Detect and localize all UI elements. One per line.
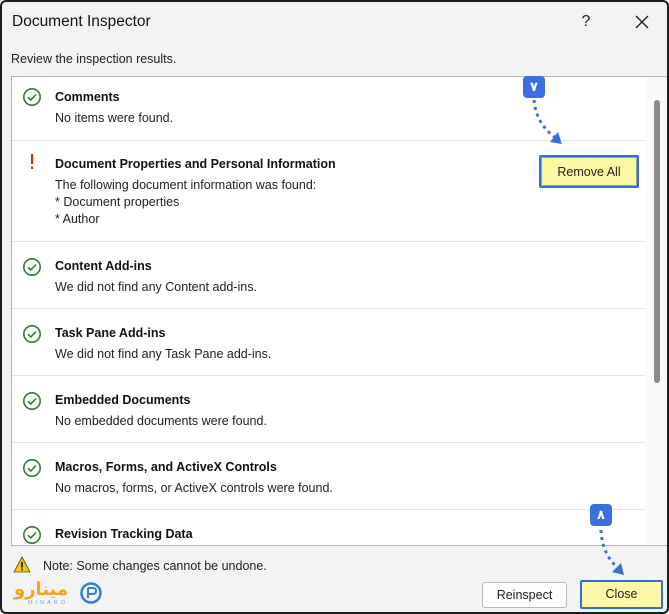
result-row-content-addins: Content Add-ins We did not find any Cont…: [12, 242, 645, 309]
document-inspector-dialog: Document Inspector ? Review the inspecti…: [0, 0, 669, 614]
result-detail: * Document properties: [55, 195, 180, 209]
result-title: Content Add-ins: [55, 259, 152, 273]
reinspect-button[interactable]: Reinspect: [482, 582, 567, 608]
remove-all-label: Remove All: [541, 157, 637, 186]
result-description: No items were found.: [55, 111, 174, 125]
check-circle-icon: [23, 526, 41, 544]
annotation-arrow-icon: [532, 99, 562, 144]
remove-all-button[interactable]: Remove All: [539, 155, 639, 188]
result-description: We did not find any Task Pane add-ins.: [55, 347, 272, 361]
annotation-arrow-icon: [599, 529, 624, 575]
result-row-task-pane-addins: Task Pane Add-ins We did not find any Ta…: [12, 309, 645, 376]
result-title: Task Pane Add-ins: [55, 326, 166, 340]
help-button[interactable]: ?: [570, 8, 602, 36]
step-7-annotation-badge: ۷: [523, 76, 545, 98]
scrollbar-thumb[interactable]: [654, 100, 660, 383]
result-title: Embedded Documents: [55, 393, 191, 407]
check-circle-icon: [23, 325, 41, 343]
result-title: Macros, Forms, and ActiveX Controls: [55, 460, 277, 474]
close-button[interactable]: Close: [580, 580, 663, 609]
minaro-logo: مینارو MINARO: [14, 579, 102, 609]
warning-triangle-icon: [13, 556, 31, 573]
result-description: No embedded documents were found.: [55, 414, 267, 428]
result-row-macros-forms-activex: Macros, Forms, and ActiveX Controls No m…: [12, 443, 645, 510]
warning-exclamation-icon: [31, 154, 34, 169]
result-title: Document Properties and Personal Informa…: [55, 157, 336, 171]
check-circle-icon: [23, 459, 41, 477]
close-icon: [635, 15, 649, 29]
result-detail: * Author: [55, 212, 100, 226]
logo-subtext: MINARO: [28, 600, 68, 606]
step-8-annotation-badge: ۸: [590, 504, 612, 526]
result-description: We did not find any Content add-ins.: [55, 280, 257, 294]
check-circle-icon: [23, 392, 41, 410]
vertical-scrollbar[interactable]: [647, 77, 667, 545]
warning-note: Note: Some changes cannot be undone.: [43, 559, 267, 573]
result-description: The following document information was f…: [55, 178, 317, 192]
inspection-results-list[interactable]: Comments No items were found. Document P…: [11, 76, 667, 546]
result-title: Revision Tracking Data: [55, 527, 193, 541]
logo-text: مینارو: [14, 579, 69, 599]
result-row-embedded-documents: Embedded Documents No embedded documents…: [12, 376, 645, 443]
check-circle-icon: [23, 258, 41, 276]
title-bar: Document Inspector ?: [2, 2, 667, 42]
logo-mark-icon: [80, 582, 102, 604]
close-window-button[interactable]: [626, 8, 658, 36]
result-row-revision-tracking: Revision Tracking Data: [12, 510, 645, 545]
result-description: No macros, forms, or ActiveX controls we…: [55, 481, 333, 495]
instruction-text: Review the inspection results.: [11, 52, 177, 66]
check-circle-icon: [23, 88, 41, 106]
dialog-title: Document Inspector: [12, 13, 151, 30]
result-title: Comments: [55, 90, 120, 104]
